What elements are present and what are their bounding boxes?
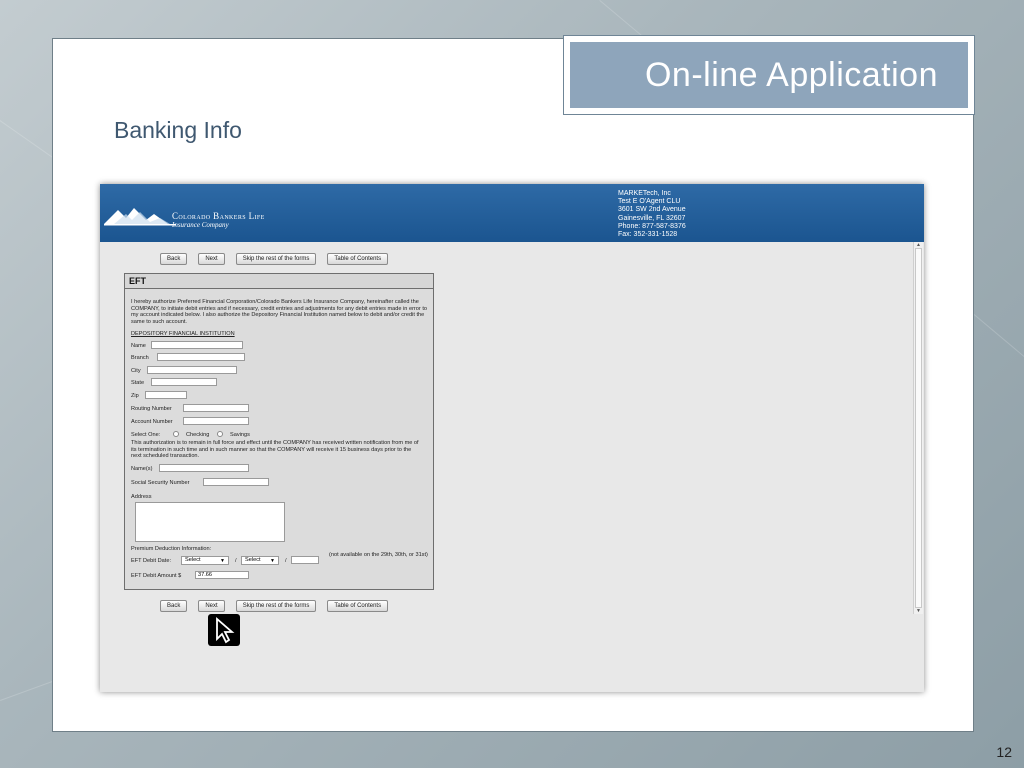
eft-day-select[interactable]: Select ▼: [181, 556, 229, 565]
company-name: Colorado Bankers Life: [172, 211, 265, 221]
agent-line: MARKETech, Inc: [618, 190, 671, 197]
zip-label: Zip: [131, 393, 139, 399]
zip-input[interactable]: [145, 391, 187, 399]
names-label: Name(s): [131, 466, 153, 472]
eft-month-select[interactable]: Select ▼: [241, 556, 279, 565]
chevron-down-icon: ▼: [220, 558, 225, 564]
slide-subtitle: Banking Info: [114, 117, 242, 143]
page-number: 12: [996, 744, 1012, 760]
back-button[interactable]: Back: [160, 600, 188, 612]
agent-info: MARKETech, Inc Test E O'Agent CLU 3601 S…: [618, 190, 686, 242]
scroll-down-icon[interactable]: ▼: [914, 608, 923, 614]
branch-label: Branch: [131, 355, 149, 361]
name-label: Name: [131, 343, 146, 349]
premium-label: Premium Deduction Information:: [131, 546, 212, 552]
chevron-down-icon: ▼: [270, 558, 275, 564]
agent-line: Fax: 352-331-1528: [618, 231, 678, 239]
eft-amount-label: EFT Debit Amount $: [131, 573, 182, 579]
form-title: EFT: [125, 274, 433, 289]
eft-date-label: EFT Debit Date:: [131, 558, 172, 564]
checking-radio[interactable]: [173, 431, 179, 437]
routing-number-input[interactable]: [183, 404, 249, 412]
name-input[interactable]: [151, 341, 243, 349]
checking-label: Checking: [186, 432, 210, 438]
authorization-continuation: This authorization is to remain in full …: [131, 440, 419, 460]
eft-amount-input[interactable]: 37.66: [195, 571, 249, 579]
branch-input[interactable]: [157, 353, 245, 361]
city-input[interactable]: [147, 366, 237, 374]
table-of-contents-button[interactable]: Table of Contents: [327, 253, 389, 265]
date-note: (not available on the 29th, 30th, or 31s…: [329, 552, 428, 558]
state-input[interactable]: [151, 378, 217, 386]
title-box: On-line Application: [563, 35, 975, 115]
skip-forms-button[interactable]: Skip the rest of the forms: [235, 253, 317, 265]
skip-forms-button[interactable]: Skip the rest of the forms: [235, 600, 317, 612]
names-input[interactable]: [159, 464, 249, 472]
ssn-label: Social Security Number: [131, 480, 190, 486]
eft-year-input[interactable]: [291, 556, 319, 564]
date-separator: /: [235, 558, 237, 564]
pointer-arrow-icon: [208, 614, 240, 646]
eft-month-select-value: Select: [245, 557, 261, 563]
vertical-scrollbar[interactable]: ▲ ▼: [913, 242, 923, 614]
date-separator: /: [285, 558, 287, 564]
address-textarea[interactable]: [135, 502, 285, 542]
table-of-contents-button[interactable]: Table of Contents: [327, 600, 389, 612]
eft-form: EFT I hereby authorize Preferred Financi…: [124, 273, 434, 590]
title-banner: On-line Application: [570, 42, 968, 108]
authorization-text: I hereby authorize Preferred Financial C…: [131, 299, 427, 325]
section-heading: DEPOSITORY FINANCIAL INSTITUTION: [131, 331, 235, 337]
address-label: Address: [131, 494, 152, 500]
app-header: Colorado Bankers Life Insurance Company …: [100, 184, 924, 242]
account-label: Account Number: [131, 419, 173, 425]
back-button[interactable]: Back: [160, 253, 188, 265]
account-number-input[interactable]: [183, 417, 249, 425]
company-tagline: Insurance Company: [172, 221, 229, 229]
next-button[interactable]: Next: [198, 253, 225, 265]
mountain-logo-icon: [104, 208, 176, 226]
savings-label: Savings: [230, 432, 250, 438]
select-one-label: Select One:: [131, 432, 161, 438]
next-button[interactable]: Next: [198, 600, 225, 612]
routing-label: Routing Number: [131, 406, 172, 412]
agent-line: Phone: 877-587-8376: [618, 222, 686, 230]
top-nav-buttons: Back Next Skip the rest of the forms Tab…: [160, 253, 389, 265]
eft-day-select-value: Select: [185, 557, 201, 563]
agent-line: Gainesville, FL 32607: [618, 214, 686, 222]
slide-title: On-line Application: [644, 55, 938, 94]
agent-line: Test E O'Agent CLU: [618, 198, 681, 206]
state-label: State: [131, 380, 145, 386]
agent-line: 3601 SW 2nd Avenue: [618, 206, 686, 214]
city-label: City: [131, 368, 141, 374]
scroll-thumb[interactable]: [915, 248, 922, 608]
ssn-input[interactable]: [203, 478, 269, 486]
bottom-nav-buttons: Back Next Skip the rest of the forms Tab…: [160, 600, 389, 612]
savings-radio[interactable]: [217, 431, 223, 437]
